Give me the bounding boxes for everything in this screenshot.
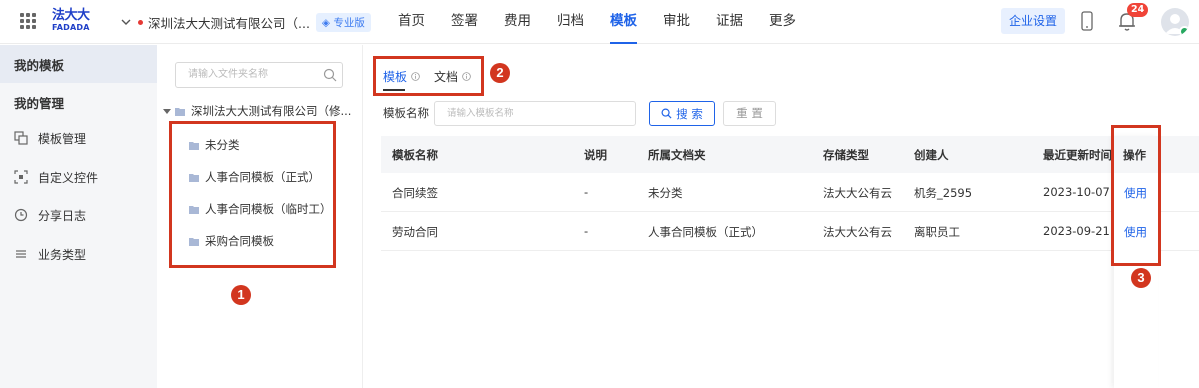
template-name-input[interactable]: 请输入模板名称 xyxy=(434,101,636,126)
caret-down-icon[interactable] xyxy=(163,107,171,115)
logo-en: FADADA xyxy=(52,23,90,32)
search-icon xyxy=(661,108,672,119)
folder-cell: 未分类 xyxy=(648,186,683,200)
sidebar-item-label: 自定义控件 xyxy=(38,170,99,185)
nav-fees[interactable]: 费用 xyxy=(504,0,531,44)
template-name-link[interactable]: 合同续签 xyxy=(392,185,438,201)
folder-search-input[interactable]: 请输入文件夹名称 xyxy=(175,62,343,88)
col-storage: 存储类型 xyxy=(823,148,869,162)
verified-icon xyxy=(1179,26,1189,36)
updated-cell: 2023-10-07 1 xyxy=(1043,185,1115,199)
phone-icon[interactable] xyxy=(1080,11,1094,31)
annotation-marker-3: 3 xyxy=(1131,268,1151,288)
col-creator: 创建人 xyxy=(914,148,949,162)
folder-root-label: 深圳法大大测试有限公司（修... xyxy=(191,104,352,118)
template-manage-icon xyxy=(14,131,28,145)
edition-badge: ◈ 专业版 xyxy=(315,12,371,32)
template-table: 模板名称 说明 所属文档夹 存储类型 创建人 最近更新时间 合同续签 - 未分类… xyxy=(381,136,1199,251)
col-template-name: 模板名称 xyxy=(392,148,438,162)
nav-archive[interactable]: 归档 xyxy=(557,0,584,44)
filter-label: 模板名称 xyxy=(383,106,429,120)
nav-sign[interactable]: 签署 xyxy=(451,0,478,44)
nav-templates[interactable]: 模板 xyxy=(610,0,637,44)
storage-cell: 法大大公有云 xyxy=(823,225,892,239)
annotation-box-folders xyxy=(169,121,336,268)
sidebar-item-share-log[interactable]: 分享日志 xyxy=(0,196,157,234)
col-updated: 最近更新时间 xyxy=(1043,148,1112,162)
nav-approval[interactable]: 审批 xyxy=(663,0,690,44)
col-description: 说明 xyxy=(584,148,607,162)
sidebar-item-label: 我的模板 xyxy=(14,57,65,73)
table-row: 劳动合同 - 人事合同模板（正式） 法大大公有云 离职员工 2023-09-21… xyxy=(381,212,1199,251)
sidebar-item-custom-control[interactable]: 自定义控件 xyxy=(0,158,157,196)
chevron-down-icon xyxy=(121,19,131,25)
folder-tree-root[interactable]: 深圳法大大测试有限公司（修... xyxy=(163,103,351,119)
search-button-label: 搜 索 xyxy=(676,106,703,121)
sidebar-item-label: 业务类型 xyxy=(38,247,87,262)
list-icon xyxy=(16,250,26,258)
status-dot xyxy=(138,19,143,25)
custom-control-icon xyxy=(14,170,28,184)
nav-more[interactable]: 更多 xyxy=(769,0,796,44)
sidebar-item-my-management[interactable]: 我的管理 xyxy=(0,83,157,121)
sidebar-item-label: 我的管理 xyxy=(14,95,65,111)
annotation-box-tabs xyxy=(373,56,484,96)
template-name-placeholder: 请输入模板名称 xyxy=(447,108,514,119)
folder-cell: 人事合同模板（正式） xyxy=(648,225,763,239)
sidebar-item-template-management[interactable]: 模板管理 xyxy=(0,119,157,157)
sidebar-item-label: 分享日志 xyxy=(38,208,87,223)
table-row: 合同续签 - 未分类 法大大公有云 机务_2595 2023-10-07 1 xyxy=(381,173,1199,212)
col-folder: 所属文档夹 xyxy=(648,148,706,162)
annotation-box-operation xyxy=(1111,125,1161,266)
search-icon[interactable] xyxy=(323,68,337,82)
nav-evidence[interactable]: 证据 xyxy=(716,0,743,44)
description-cell: - xyxy=(584,224,589,238)
creator-cell: 机务_2595 xyxy=(914,186,973,200)
annotation-marker-2: 2 xyxy=(490,63,510,83)
main-nav: 首页 签署 费用 归档 模板 审批 证据 更多 xyxy=(398,0,822,44)
enterprise-settings-button[interactable]: 企业设置 xyxy=(1001,8,1065,34)
app-grid-icon[interactable] xyxy=(20,13,36,29)
avatar[interactable] xyxy=(1161,8,1189,36)
sidebar-item-business-type[interactable]: 业务类型 xyxy=(0,235,157,273)
sidebar-item-label: 模板管理 xyxy=(38,131,87,146)
creator-cell: 离职员工 xyxy=(914,225,960,239)
folder-icon xyxy=(175,107,185,116)
company-switcher[interactable]: 深圳法大大测试有限公司（... ◈ 专业版 xyxy=(120,12,371,32)
nav-home[interactable]: 首页 xyxy=(398,0,425,44)
clock-icon xyxy=(14,208,28,222)
search-button[interactable]: 搜 索 xyxy=(649,101,715,126)
storage-cell: 法大大公有云 xyxy=(823,186,892,200)
logo[interactable]: 法大大 FADADA xyxy=(52,8,96,36)
sidebar-item-my-templates[interactable]: 我的模板 xyxy=(0,45,157,83)
logo-cn: 法大大 xyxy=(52,8,90,23)
table-header: 模板名称 说明 所属文档夹 存储类型 创建人 最近更新时间 xyxy=(381,136,1199,173)
top-bar: 法大大 FADADA 深圳法大大测试有限公司（... ◈ 专业版 首页 签署 费… xyxy=(0,0,1199,44)
template-name-link[interactable]: 劳动合同 xyxy=(392,224,438,240)
sidebar: 我的模板 我的管理 模板管理 自定义控件 分享日志 业务类型 xyxy=(0,45,157,388)
folder-search-placeholder: 请输入文件夹名称 xyxy=(188,69,268,80)
description-cell: - xyxy=(584,185,589,199)
annotation-marker-1: 1 xyxy=(231,285,251,305)
notification-badge: 24 xyxy=(1127,3,1149,17)
updated-cell: 2023-09-21 1 xyxy=(1043,224,1115,238)
reset-button[interactable]: 重 置 xyxy=(723,101,776,126)
company-name: 深圳法大大测试有限公司（... xyxy=(148,15,310,31)
